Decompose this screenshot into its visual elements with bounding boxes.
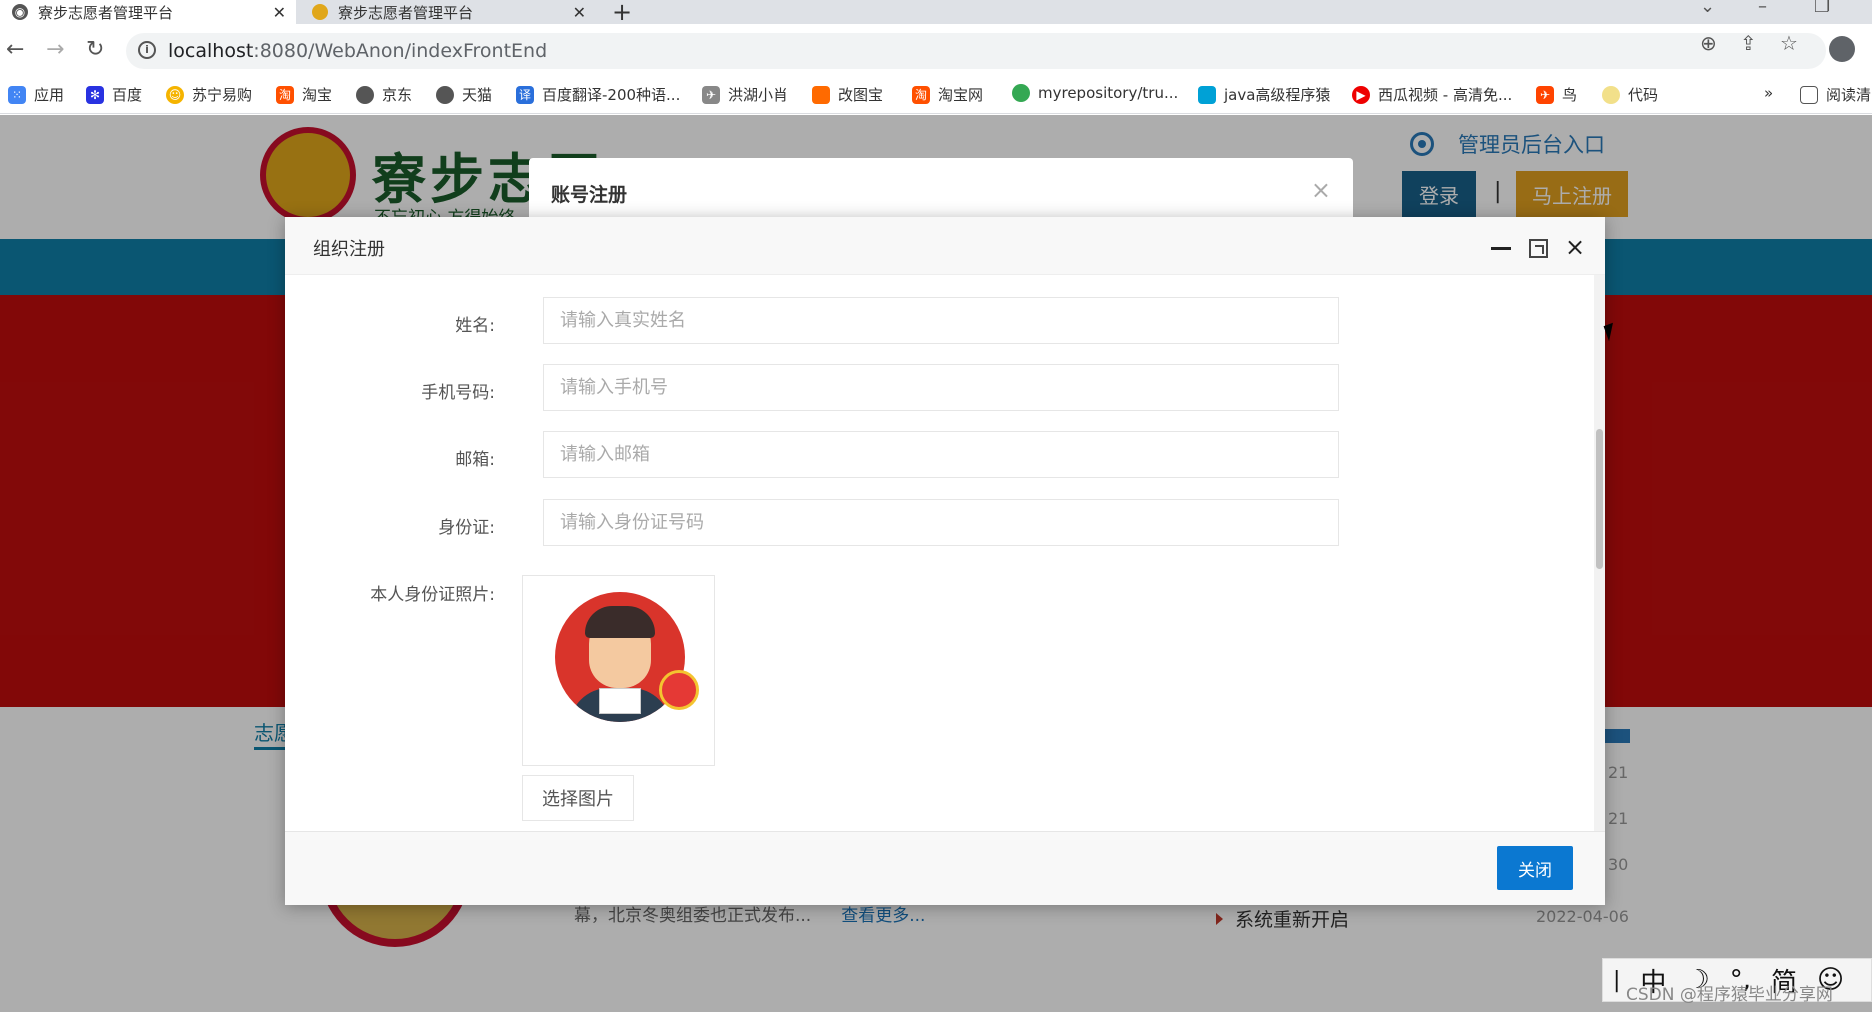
bookmark-gaitubao[interactable]: 改图宝 (812, 84, 883, 105)
play-icon: ▶ (1352, 85, 1370, 104)
reading-list-icon (1800, 85, 1818, 104)
phone-input[interactable] (543, 364, 1339, 411)
tab-title: 寮步志愿者管理平台 (38, 3, 174, 22)
party-emblem-icon (659, 670, 699, 710)
close-button[interactable]: 关闭 (1497, 846, 1573, 890)
bookmark-taobao[interactable]: 淘淘宝 (276, 84, 332, 105)
profile-avatar-icon[interactable] (1829, 36, 1855, 62)
apps-grid-icon: ⁙ (8, 85, 26, 104)
bookmark-code[interactable]: 代码 (1602, 84, 1658, 105)
bookmarks-overflow-icon[interactable]: » (1764, 84, 1773, 102)
forward-arrow-icon[interactable]: → (46, 37, 64, 62)
star-icon[interactable]: ☆ (1780, 31, 1798, 55)
close-tab-icon[interactable]: ✕ (573, 3, 586, 22)
back-arrow-icon[interactable]: ← (6, 37, 24, 62)
chevron-down-icon[interactable]: ⌄ (1700, 0, 1715, 17)
name-input[interactable] (543, 297, 1339, 344)
site-favicon-icon (312, 4, 328, 20)
chrome-icon (1012, 84, 1030, 102)
bookmark-taobao-net[interactable]: 淘淘宝网 (912, 84, 983, 105)
close-tab-icon[interactable]: ✕ (273, 3, 286, 22)
address-bar[interactable]: i localhost:8080/WebAnon/indexFrontEnd (126, 33, 1826, 69)
tab-title: 寮步志愿者管理平台 (338, 3, 474, 22)
bookmark-suning[interactable]: ☺ 苏宁易购 (166, 84, 252, 105)
globe-icon (436, 85, 454, 104)
bird-icon: ✈ (1536, 85, 1554, 104)
reload-icon[interactable]: ↻ (86, 37, 104, 62)
scrollbar-thumb[interactable] (1596, 429, 1603, 569)
dialog-header: 组织注册 × (285, 217, 1605, 275)
bookmark-honghu[interactable]: ✈ 洪湖小肖 (702, 84, 788, 105)
watermark-text: CSDN @程序猿毕业分享网 (1626, 985, 1833, 1005)
zoom-icon[interactable]: ⊕ (1700, 31, 1717, 55)
browser-toolbar: ← → ↻ i localhost:8080/WebAnon/indexFron… (0, 24, 1872, 78)
maximize-icon[interactable] (1529, 239, 1548, 258)
email-input[interactable] (543, 431, 1339, 478)
email-label: 邮箱: (455, 450, 495, 470)
bookmark-bilibili[interactable]: java高级程序猿 (1198, 84, 1330, 105)
share-icon[interactable]: ⇪ (1740, 31, 1757, 55)
baidu-icon: ✻ (86, 85, 104, 104)
id-photo-preview[interactable] (522, 575, 715, 766)
url-text: localhost:8080/WebAnon/indexFrontEnd (168, 40, 548, 62)
close-icon[interactable]: × (1311, 176, 1331, 204)
close-icon[interactable]: × (1565, 233, 1585, 261)
tv-icon (1198, 85, 1216, 104)
site-info-icon[interactable]: i (138, 41, 156, 59)
name-label: 姓名: (455, 316, 495, 336)
bookmark-reading-list[interactable]: 阅读清 (1800, 84, 1871, 105)
tab-second[interactable]: 寮步志愿者管理平台 ✕ (300, 0, 596, 24)
minimize-window-icon[interactable]: – (1758, 0, 1767, 17)
dialog-footer: 关闭 (285, 831, 1605, 905)
bookmarks-bar: ⁙ 应用 ✻ 百度 ☺ 苏宁易购 淘淘宝 京东 天猫 译百度翻译-200种语... ✈… (0, 78, 1872, 114)
id-photo-label: 本人身份证照片: (370, 585, 495, 605)
id-card-label: 身份证: (438, 518, 495, 538)
bookmark-niao[interactable]: ✈ 鸟 (1536, 84, 1577, 105)
select-image-button[interactable]: 选择图片 (522, 775, 634, 821)
taobao-icon: 淘 (912, 85, 930, 104)
bookmark-baidu-translate[interactable]: 译百度翻译-200种语... (516, 84, 680, 105)
translate-icon: 译 (516, 85, 534, 104)
ime-handle-icon[interactable]: | (1613, 968, 1620, 993)
new-tab-icon[interactable]: + (612, 0, 632, 26)
bookmark-tmall[interactable]: 天猫 (436, 84, 492, 105)
dialog-title: 组织注册 (313, 239, 385, 260)
bookmark-xigua[interactable]: ▶ 西瓜视频 - 高清免... (1352, 84, 1512, 105)
tab-strip: ◉ 寮步志愿者管理平台 ✕ 寮步志愿者管理平台 ✕ + ⌄ – ❐ (0, 0, 1872, 26)
image-tool-icon (812, 85, 830, 104)
restore-window-icon[interactable]: ❐ (1814, 0, 1830, 17)
tab-active[interactable]: ◉ 寮步志愿者管理平台 ✕ (0, 0, 296, 24)
bookmark-jd[interactable]: 京东 (356, 84, 412, 105)
globe-icon: ◉ (12, 4, 28, 20)
bookmark-myrepository[interactable]: myrepository/tru... (1012, 84, 1178, 102)
minimize-icon[interactable] (1491, 247, 1511, 250)
bird-icon: ✈ (702, 85, 720, 104)
code-icon (1602, 85, 1620, 104)
bookmark-baidu[interactable]: ✻ 百度 (86, 84, 142, 105)
dialog-body: 姓名: 手机号码: 邮箱: 身份证: 本人身份证照片: 选择图片 (285, 275, 1605, 831)
org-register-dialog: 组织注册 × 姓名: 手机号码: 邮箱: 身份证: 本人身份证照片: 选择图片 … (285, 217, 1605, 905)
taobao-icon: 淘 (276, 85, 294, 104)
suning-icon: ☺ (166, 85, 184, 104)
phone-label: 手机号码: (421, 383, 495, 403)
dialog-title: 账号注册 (551, 184, 628, 206)
bookmark-apps[interactable]: ⁙ 应用 (8, 84, 64, 105)
id-card-input[interactable] (543, 499, 1339, 546)
globe-icon (356, 85, 374, 104)
